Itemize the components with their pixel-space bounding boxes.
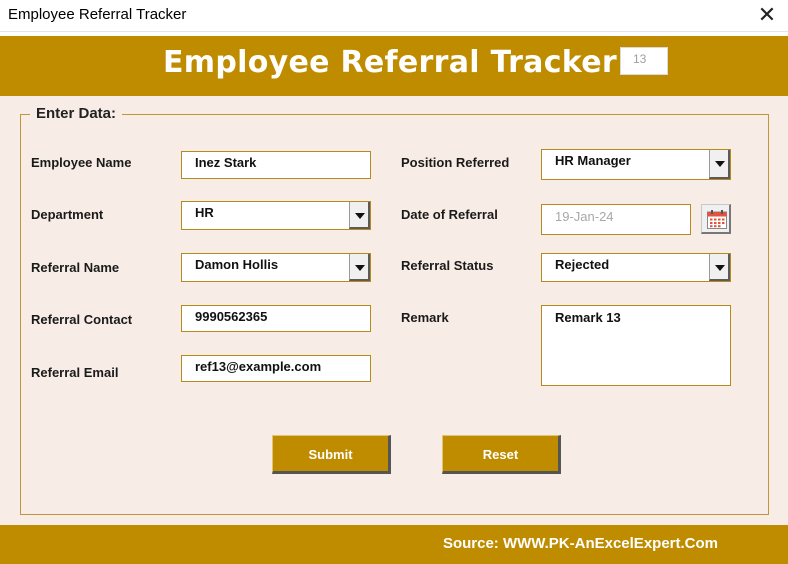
position-referred-value: HR Manager xyxy=(555,153,631,168)
record-id-field: 13 xyxy=(620,47,668,75)
referral-status-select[interactable]: Rejected xyxy=(541,253,731,282)
referral-status-value: Rejected xyxy=(555,257,610,272)
position-referred-select[interactable]: HR Manager xyxy=(541,149,731,180)
window-title: Employee Referral Tracker xyxy=(8,6,187,23)
department-label: Department xyxy=(31,207,104,222)
footer-banner: Source: WWW.PK-AnExcelExpert.Com xyxy=(0,525,788,564)
referral-email-label: Referral Email xyxy=(31,365,119,380)
employee-name-input[interactable]: Inez Stark xyxy=(181,151,371,179)
remark-label: Remark xyxy=(401,310,449,325)
chevron-down-icon[interactable] xyxy=(709,254,730,281)
referral-name-label: Referral Name xyxy=(31,260,120,275)
referral-name-value: Damon Hollis xyxy=(195,257,279,272)
referral-name-select[interactable]: Damon Hollis xyxy=(181,253,371,282)
form-area: Enter Data: Employee Name Department Ref… xyxy=(0,96,788,525)
chevron-down-icon[interactable] xyxy=(349,254,370,281)
calendar-icon xyxy=(707,210,727,229)
department-select[interactable]: HR xyxy=(181,201,371,230)
frame-legend: Enter Data: xyxy=(30,105,123,122)
chevron-down-icon[interactable] xyxy=(349,202,370,229)
employee-name-label: Employee Name xyxy=(31,155,132,170)
window-titlebar: Employee Referral Tracker ✕ xyxy=(0,0,788,32)
header-banner: Employee Referral Tracker 13 xyxy=(0,36,788,96)
referral-email-input[interactable]: ref13@example.com xyxy=(181,355,371,382)
referral-status-label: Referral Status xyxy=(401,258,494,273)
referral-contact-input[interactable]: 9990562365 xyxy=(181,305,371,332)
date-of-referral-field[interactable]: 19-Jan-24 xyxy=(541,204,691,235)
remark-textarea[interactable]: Remark 13 xyxy=(541,305,731,386)
referral-contact-label: Referral Contact xyxy=(31,312,133,327)
calendar-button[interactable] xyxy=(701,204,731,234)
position-referred-label: Position Referred xyxy=(401,155,510,170)
date-of-referral-label: Date of Referral xyxy=(401,207,498,222)
chevron-down-icon[interactable] xyxy=(709,150,730,179)
submit-button[interactable]: Submit xyxy=(272,435,391,474)
reset-button[interactable]: Reset xyxy=(442,435,561,474)
department-value: HR xyxy=(195,205,214,220)
source-credit: Source: WWW.PK-AnExcelExpert.Com xyxy=(442,535,718,552)
close-icon[interactable]: ✕ xyxy=(754,2,780,28)
